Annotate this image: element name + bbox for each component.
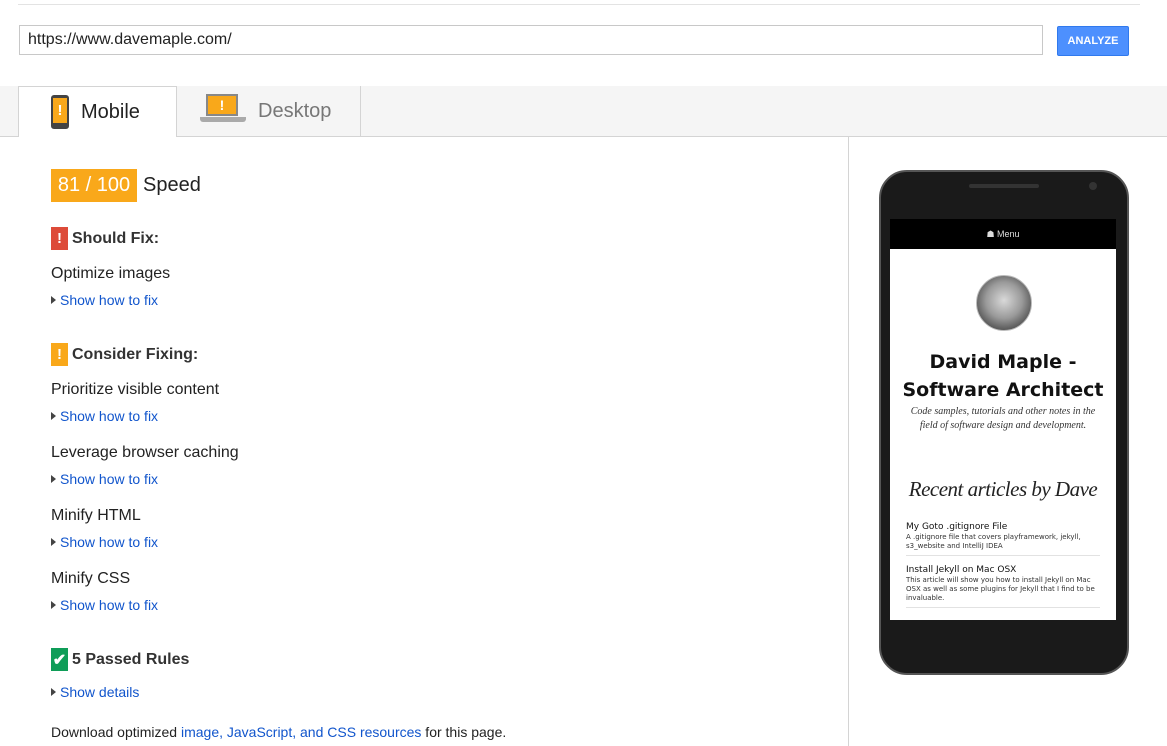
warning-orange-icon: ! [51,343,68,366]
rule-optimize-images: Optimize images [51,265,171,282]
tab-desktop-label: Desktop [258,99,332,122]
preview-menu-bar: ☗ Menu [890,219,1116,249]
show-how-to-fix-link-minify-html[interactable]: Show how to fix [51,534,158,550]
speed-score-badge: 81 / 100 [51,169,137,202]
show-how-to-fix-link-optimize-images[interactable]: Show how to fix [51,292,158,308]
rule-prioritize-visible-content: Prioritize visible content [51,381,220,398]
preview-article-title: My Goto .gitignore File [906,522,1008,532]
rule-leverage-browser-caching: Leverage browser caching [51,444,239,461]
show-how-to-fix-link-caching[interactable]: Show how to fix [51,471,158,487]
analyze-button[interactable]: ANALYZE [1057,26,1129,56]
link-text: Show details [60,684,140,700]
link-text: Show how to fix [60,471,159,487]
preview-recent-heading: Recent articles by Dave [908,477,1098,501]
preview-article: Install Jekyll on Mac OSX This article w… [906,564,1100,608]
optimized-resources-link[interactable]: image, JavaScript, and CSS resources [181,724,421,740]
rule-minify-css: Minify CSS [51,570,131,587]
link-text: Show how to fix [60,597,159,613]
device-tab-bar: ! Mobile ! Desktop [0,86,1167,137]
link-text: Show how to fix [60,408,159,424]
show-how-to-fix-link-minify-css[interactable]: Show how to fix [51,597,158,613]
link-text: Show how to fix [60,292,159,308]
show-how-to-fix-link-prioritize[interactable]: Show how to fix [51,408,158,424]
expand-triangle-icon [51,296,56,304]
desktop-monitor-icon: ! [200,94,246,124]
preview-article-desc: This article will show you how to instal… [906,576,1095,602]
passed-rules-heading: ✔ 5 Passed Rules [51,648,189,671]
consider-fixing-heading: ! Consider Fixing: [51,343,198,366]
preview-article-desc: A .gitignore file that covers playframew… [906,533,1081,550]
footer-suffix: for this page. [421,724,507,740]
warning-red-icon: ! [51,227,68,250]
tab-mobile[interactable]: ! Mobile [18,86,177,137]
passed-rules-heading-text: 5 Passed Rules [72,650,190,668]
preview-site-title: David Maple - Software Architect [890,348,1116,404]
mobile-phone-icon: ! [51,95,69,129]
phone-speaker [969,184,1039,188]
preview-avatar [976,275,1032,331]
expand-triangle-icon [51,601,56,609]
expand-triangle-icon [51,475,56,483]
tab-desktop[interactable]: ! Desktop [176,86,361,136]
mobile-preview-screen: ☗ Menu David Maple - Software Architect … [890,219,1116,620]
should-fix-heading-text: Should Fix: [72,229,160,247]
phone-camera-icon [1089,182,1097,190]
panel-divider [848,137,849,746]
tab-mobile-label: Mobile [81,100,140,123]
preview-article-title: Install Jekyll on Mac OSX [906,565,1017,575]
rule-minify-html: Minify HTML [51,507,141,524]
preview-title-line2: Software Architect [902,379,1104,401]
footer-prefix: Download optimized [51,724,181,740]
download-optimized-note: Download optimized image, JavaScript, an… [51,724,506,740]
consider-fixing-heading-text: Consider Fixing: [72,345,199,363]
preview-site-description: Code samples, tutorials and other notes … [910,406,1096,431]
checkmark-green-icon: ✔ [51,648,68,671]
show-details-link[interactable]: Show details [51,684,139,700]
expand-triangle-icon [51,688,56,696]
expand-triangle-icon [51,538,56,546]
top-divider [18,4,1140,5]
url-input[interactable] [19,25,1043,55]
expand-triangle-icon [51,412,56,420]
should-fix-heading: ! Should Fix: [51,227,159,250]
preview-title-line1: David Maple - [929,351,1077,373]
speed-score-label: Speed [143,174,201,196]
preview-article: My Goto .gitignore File A .gitignore fil… [906,521,1100,556]
link-text: Show how to fix [60,534,159,550]
